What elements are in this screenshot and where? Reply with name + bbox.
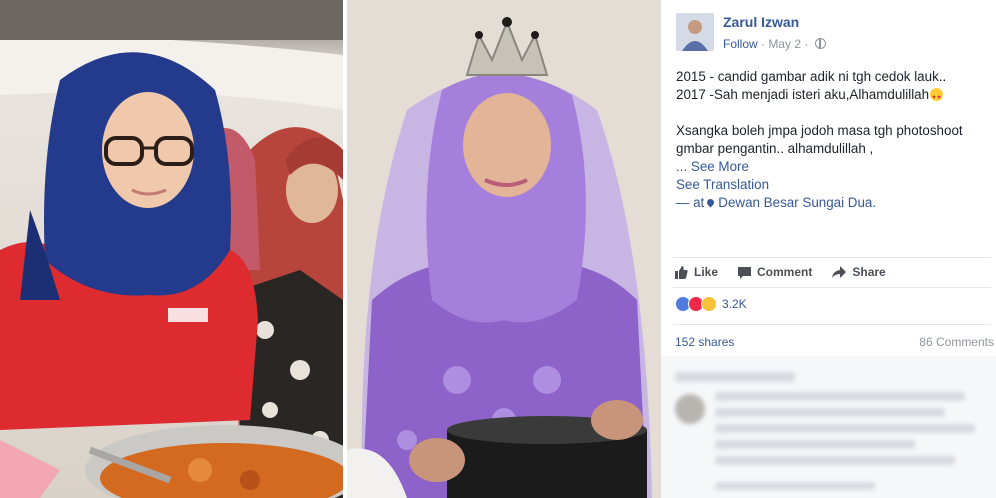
- location-prefix: — at: [676, 195, 705, 210]
- like-label: Like: [694, 265, 719, 279]
- blurred-line: [715, 440, 915, 449]
- see-more-link[interactable]: See More: [691, 159, 749, 174]
- thumbs-up-icon: [675, 265, 688, 279]
- post-meta: Follow · May 2 ·: [723, 37, 826, 51]
- location-pin-icon: [705, 197, 716, 208]
- left-photo: [0, 0, 343, 498]
- location-link[interactable]: Dewan Besar Sungai Dua.: [718, 195, 876, 210]
- comment-button[interactable]: Comment: [738, 265, 812, 279]
- blurred-avatar: [675, 394, 705, 424]
- facebook-post: Zarul Izwan Follow · May 2 · 2015 - cand…: [661, 0, 996, 498]
- heart-eyes-emoji-icon: [930, 88, 944, 107]
- comments-count[interactable]: 86 Comments: [919, 335, 994, 349]
- post-body: 2015 - candid gambar adik ni tgh cedok l…: [676, 68, 988, 212]
- meta-separator: ·: [757, 37, 769, 51]
- follow-link[interactable]: Follow: [723, 37, 758, 51]
- right-photo: [347, 0, 661, 498]
- post-line-1: 2015 - candid gambar adik ni tgh cedok l…: [676, 69, 947, 84]
- blurred-line: [675, 372, 795, 382]
- share-icon: [832, 265, 847, 278]
- reactions-summary[interactable]: 3.2K: [675, 296, 747, 312]
- post-actions: Like Comment Share: [675, 265, 906, 279]
- like-button[interactable]: Like: [675, 265, 718, 279]
- divider-stats: [673, 324, 991, 325]
- globe-icon: [814, 38, 826, 49]
- see-translation-link[interactable]: See Translation: [676, 177, 769, 192]
- share-label: Share: [852, 265, 886, 279]
- meta-separator-2: ·: [801, 37, 812, 51]
- location-row: — at Dewan Besar Sungai Dua.: [676, 194, 988, 212]
- reaction-count: 3.2K: [722, 297, 747, 311]
- wow-reaction-icon: [701, 296, 717, 312]
- shares-link[interactable]: 152 shares: [675, 335, 734, 349]
- comment-label: Comment: [757, 265, 813, 279]
- post-line-4: gmbar pengantin.. alhamdulillah ,: [676, 141, 874, 156]
- blurred-comments: [661, 356, 996, 498]
- blurred-line: [715, 392, 965, 401]
- author-name[interactable]: Zarul Izwan: [723, 14, 799, 30]
- blurred-line: [715, 482, 875, 490]
- comment-icon: [738, 266, 752, 279]
- post-line-3: Xsangka boleh jmpa jodoh masa tgh photos…: [676, 123, 963, 138]
- blurred-line: [715, 424, 975, 433]
- post-date[interactable]: May 2: [768, 37, 801, 51]
- share-button[interactable]: Share: [832, 265, 886, 279]
- author-avatar[interactable]: [676, 13, 714, 51]
- divider-top: [673, 257, 991, 258]
- blurred-line: [715, 408, 945, 417]
- blurred-line: [715, 456, 955, 465]
- ellipsis: ...: [676, 159, 691, 174]
- post-line-2: 2017 -Sah menjadi isteri aku,Alhamdulill…: [676, 86, 988, 107]
- divider-mid: [673, 287, 991, 288]
- see-more-row: ... See More: [676, 158, 988, 176]
